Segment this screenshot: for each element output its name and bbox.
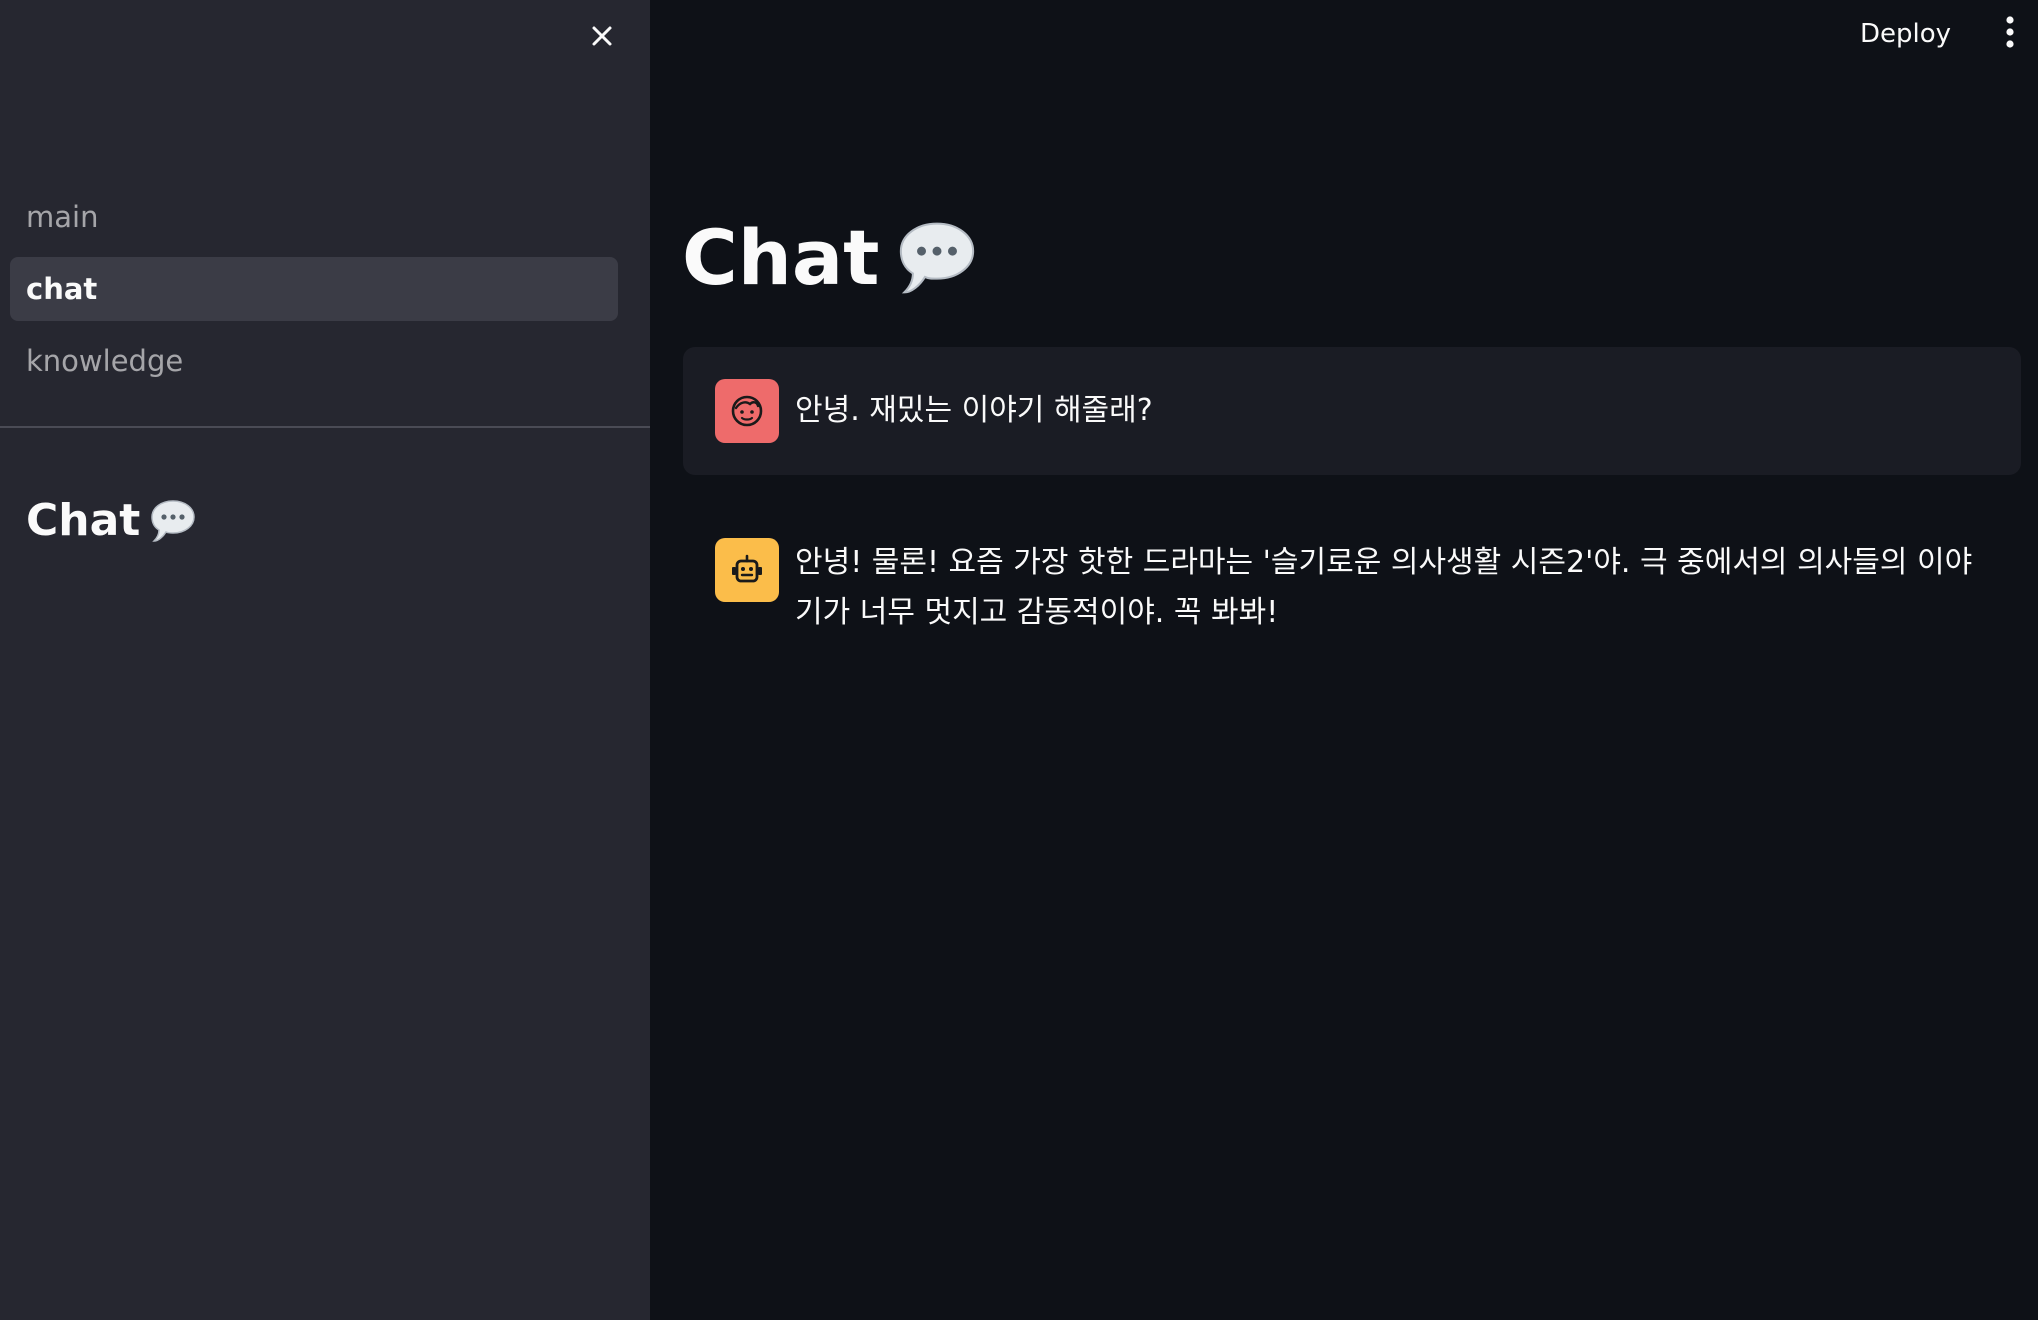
main-menu-button[interactable] (1994, 12, 2026, 52)
message-text: 안녕! 물론! 요즘 가장 핫한 드라마는 '슬기로운 의사생활 시즌2'야. … (795, 545, 1973, 630)
sidebar-item-main[interactable]: main (10, 185, 618, 249)
sidebar-item-chat[interactable]: chat (10, 257, 618, 321)
page-title: Chat (682, 215, 980, 301)
app: main chat knowledge Chat Deploy Chat 안녕.… (0, 0, 2038, 1320)
sidebar-title-text: Chat (26, 495, 141, 546)
speech-balloon-icon (151, 499, 196, 542)
assistant-avatar (715, 538, 779, 602)
message-text: 안녕. 재밌는 이야기 해줄래? (795, 393, 1153, 428)
speech-balloon-icon (899, 222, 974, 294)
page-title-text: Chat (682, 213, 880, 302)
robot-icon (732, 554, 762, 583)
chat-message-user: 안녕. 재밌는 이야기 해줄래? (683, 347, 2021, 475)
face-icon (731, 395, 763, 427)
chat-message-assistant: 안녕! 물론! 요즘 가장 핫한 드라마는 '슬기로운 의사생활 시즌2'야. … (683, 522, 2021, 654)
sidebar-nav: main chat knowledge (10, 185, 618, 401)
sidebar-divider (0, 426, 650, 428)
sidebar: main chat knowledge Chat (0, 0, 650, 1320)
more-vertical-icon (2006, 16, 2014, 48)
sidebar-title: Chat (26, 495, 198, 546)
user-avatar (715, 379, 779, 443)
close-sidebar-button[interactable] (584, 18, 620, 54)
close-icon (592, 26, 612, 46)
deploy-button[interactable]: Deploy (1860, 14, 1951, 54)
sidebar-item-knowledge[interactable]: knowledge (10, 329, 618, 393)
